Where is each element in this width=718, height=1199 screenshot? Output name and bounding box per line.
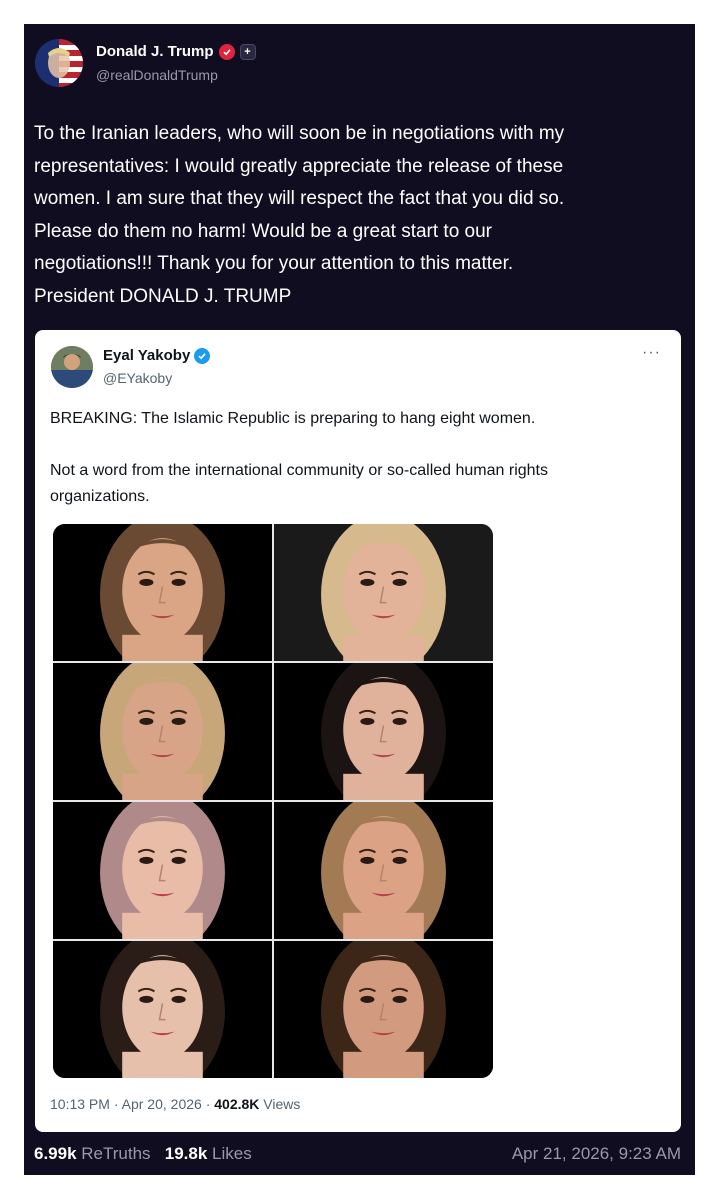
- quoted-post[interactable]: Eyal Yakoby @EYakoby ··· BREAKING: The I…: [35, 330, 681, 1132]
- post-text: To the Iranian leaders, who will soon be…: [34, 123, 565, 307]
- woman-portrait-6[interactable]: [274, 802, 493, 939]
- quoted-time[interactable]: 10:13 PM: [50, 1096, 110, 1112]
- quoted-date[interactable]: Apr 20, 2026: [122, 1096, 202, 1112]
- verified-check-icon: [194, 347, 211, 364]
- quoted-text: BREAKING: The Islamic Republic is prepar…: [50, 410, 548, 505]
- woman-portrait-5[interactable]: [53, 802, 272, 939]
- quoted-meta: 10:13 PM · Apr 20, 2026 · 402.8K Views: [50, 1096, 300, 1112]
- likes-count[interactable]: 19.8k: [165, 1144, 208, 1163]
- post-author[interactable]: Donald J. Trump + @realDonaldTrump: [35, 39, 675, 91]
- author-handle[interactable]: @realDonaldTrump: [96, 67, 218, 83]
- quoted-avatar[interactable]: [51, 346, 93, 388]
- views-count: 402.8K: [214, 1096, 260, 1112]
- woman-portrait-3[interactable]: [53, 663, 272, 800]
- woman-portrait-4[interactable]: [274, 663, 493, 800]
- post-stats: 6.99k ReTruths 19.8k Likes: [34, 1144, 252, 1164]
- author-name-text[interactable]: Donald J. Trump: [96, 43, 214, 60]
- woman-portrait-8[interactable]: [274, 941, 493, 1078]
- author-name[interactable]: Donald J. Trump +: [96, 43, 256, 60]
- photo-grid: [53, 524, 493, 1078]
- woman-portrait-1[interactable]: [53, 524, 272, 661]
- more-options-icon[interactable]: ···: [642, 344, 661, 362]
- verified-badge-icon: [218, 43, 235, 60]
- quoted-author-name-text[interactable]: Eyal Yakoby: [103, 347, 190, 364]
- woman-portrait-2[interactable]: [274, 524, 493, 661]
- plus-icon[interactable]: +: [239, 43, 256, 60]
- quoted-author-name[interactable]: Eyal Yakoby: [103, 347, 211, 364]
- retruths-count[interactable]: 6.99k: [34, 1144, 77, 1163]
- woman-portrait-7[interactable]: [53, 941, 272, 1078]
- avatar[interactable]: [35, 39, 83, 87]
- truth-post: Donald J. Trump + @realDonaldTrump To th…: [24, 24, 695, 1175]
- meta-separator: ·: [205, 1096, 211, 1112]
- post-timestamp[interactable]: Apr 21, 2026, 9:23 AM: [512, 1144, 681, 1164]
- retruths-label[interactable]: ReTruths: [81, 1144, 150, 1163]
- meta-separator: ·: [113, 1096, 119, 1112]
- views-label: Views: [263, 1096, 301, 1112]
- quoted-author-handle[interactable]: @EYakoby: [103, 370, 172, 386]
- likes-label[interactable]: Likes: [212, 1144, 252, 1163]
